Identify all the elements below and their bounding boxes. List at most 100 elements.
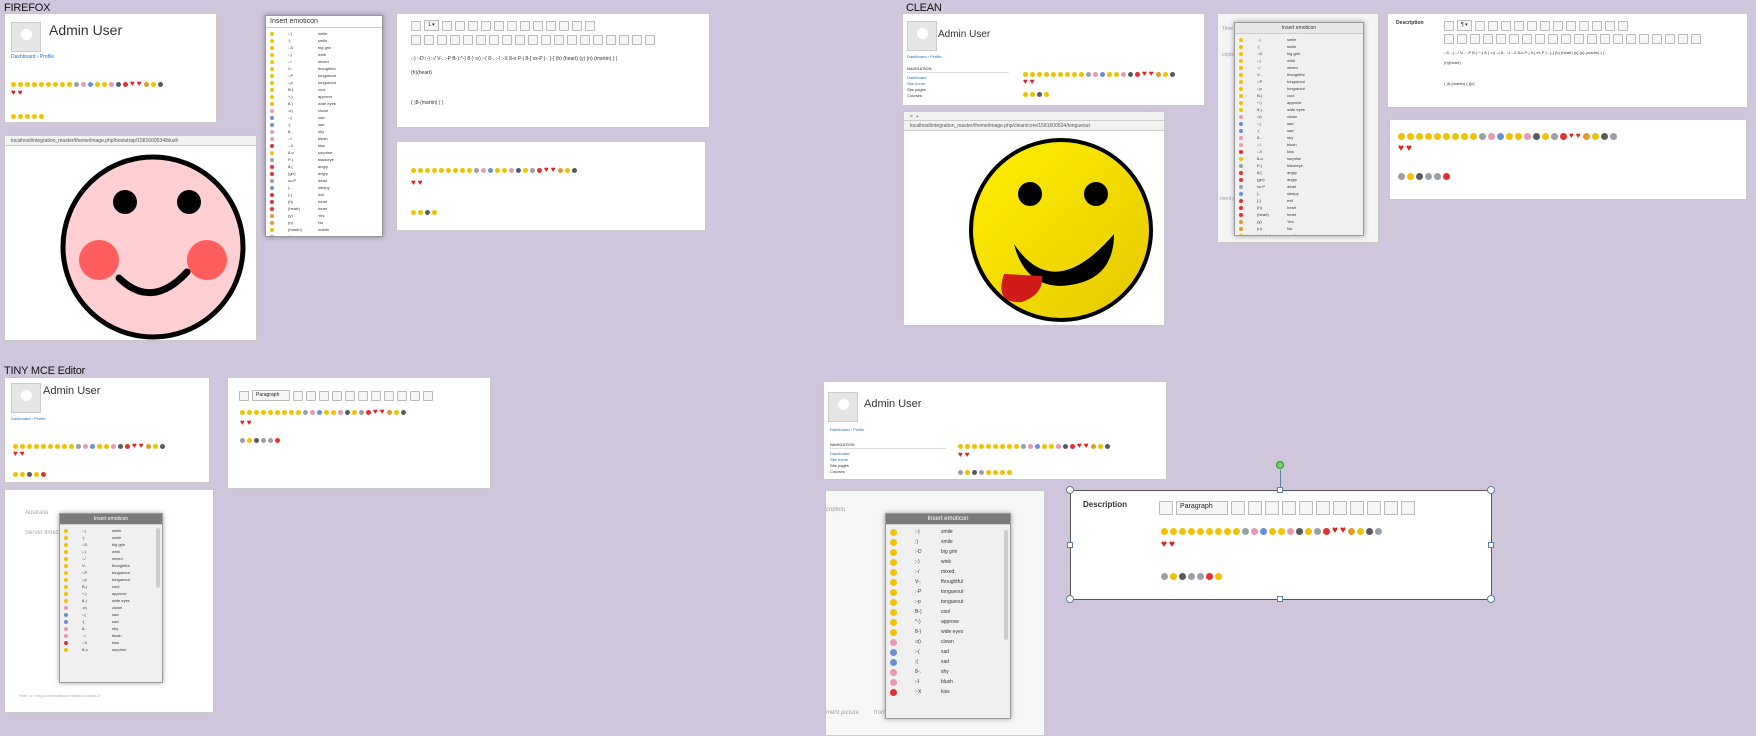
- breadcrumb[interactable]: Dashboard › Profile: [830, 427, 864, 432]
- breadcrumb[interactable]: Dashboard › Profile: [907, 54, 941, 59]
- manage-files-button[interactable]: [584, 20, 595, 31]
- emoticon-option[interactable]: :-) smile: [270, 30, 378, 37]
- emoticon-option[interactable]: V-. thoughtful: [1239, 71, 1359, 78]
- resize-handle-right[interactable]: [1488, 542, 1494, 548]
- emoticon-option[interactable]: :-p tongueout: [890, 597, 1006, 607]
- emoticon-option[interactable]: :-X kiss: [270, 142, 378, 149]
- emoticon-option[interactable]: :-/ mixed: [1239, 64, 1359, 71]
- emoticon-option[interactable]: ;-) wink: [270, 51, 378, 58]
- resize-handle-bottom-left[interactable]: [1066, 595, 1074, 603]
- source-text-line2[interactable]: (h)(heart): [411, 70, 432, 76]
- media-button[interactable]: [545, 20, 556, 31]
- emoticon-option[interactable]: :-/ mixed: [64, 555, 158, 562]
- dialog-scrollbar[interactable]: [156, 528, 160, 588]
- emoticon-option[interactable]: (grr) angry: [1239, 176, 1359, 183]
- rotate-handle[interactable]: [1276, 461, 1284, 469]
- emoticon-option[interactable]: :(sad: [1239, 127, 1359, 134]
- resize-handle-bottom-right[interactable]: [1487, 595, 1495, 603]
- emoticon-option[interactable]: :) smile: [64, 534, 158, 541]
- emoticon-option[interactable]: ;-) wink: [890, 557, 1006, 567]
- emoticon-option[interactable]: :-I blush: [270, 135, 378, 142]
- record-audio-button[interactable]: [558, 20, 569, 31]
- emoticon-option[interactable]: B-) cool: [64, 583, 158, 590]
- emoticon-option[interactable]: ;-) wink: [64, 548, 158, 555]
- emoticon-option[interactable]: :-D big grin: [1239, 50, 1359, 57]
- emoticon-option[interactable]: 8-o surprise: [64, 646, 158, 653]
- emoticon-button[interactable]: [532, 20, 543, 31]
- emoticon-option[interactable]: (grr) angry: [270, 170, 378, 177]
- resize-handle-top-right[interactable]: [1487, 486, 1495, 494]
- emoticon-option[interactable]: 8-) wide eyes: [64, 597, 158, 604]
- emoticon-option[interactable]: :o) clown: [1239, 113, 1359, 120]
- url-bar[interactable]: localhost/integration_master/theme/image…: [904, 121, 1164, 131]
- emoticon-option[interactable]: (h) heart: [1239, 204, 1359, 211]
- emoticon-option[interactable]: :) smile: [1239, 43, 1359, 50]
- emoticon-option[interactable]: :o) clown: [270, 107, 378, 114]
- emoticon-option[interactable]: :-p tongueout: [270, 79, 378, 86]
- emoticon-option[interactable]: 8-. shy: [270, 128, 378, 135]
- emoticon-option[interactable]: V-. thoughtful: [890, 577, 1006, 587]
- emoticon-option[interactable]: ^-) approve: [1239, 99, 1359, 106]
- emoticon-option[interactable]: :-/ mixed: [890, 567, 1006, 577]
- emoticon-option[interactable]: :-(sad: [1239, 120, 1359, 127]
- emoticon-option[interactable]: 8-. shy: [1239, 134, 1359, 141]
- emoticon-option[interactable]: :-X kiss: [64, 639, 158, 646]
- emoticon-option[interactable]: ;-) wink: [1239, 57, 1359, 64]
- emoticon-option[interactable]: (n) No: [1239, 225, 1359, 232]
- emoticon-option[interactable]: :-D big grin: [270, 44, 378, 51]
- emoticon-option[interactable]: (y) Yes: [1239, 218, 1359, 225]
- emoticon-option[interactable]: :-X kiss: [890, 687, 1006, 697]
- italic-button[interactable]: [454, 20, 465, 31]
- url-bar[interactable]: localhost/integration_master/theme/image…: [5, 136, 256, 146]
- toolbar-toggle-button[interactable]: [1159, 501, 1173, 515]
- emoticon-option[interactable]: :-D big grin: [890, 547, 1006, 557]
- emoticon-option[interactable]: V-. thoughtful: [270, 65, 378, 72]
- emoticon-option[interactable]: B-) cool: [1239, 92, 1359, 99]
- emoticon-option[interactable]: (heart) heart: [1239, 211, 1359, 218]
- paragraph-dropdown[interactable]: Paragraph: [1176, 501, 1228, 515]
- paragraph-dropdown[interactable]: Paragraph: [252, 390, 290, 401]
- emoticon-option[interactable]: :-(sad: [890, 647, 1006, 657]
- emoticon-option[interactable]: :-p tongueout: [1239, 85, 1359, 92]
- format-dropdown[interactable]: 1 ▾: [424, 20, 439, 31]
- emoticon-option[interactable]: xx-P dead: [1239, 183, 1359, 190]
- emoticon-option[interactable]: P-| blackeye: [1239, 162, 1359, 169]
- italic-button[interactable]: [306, 390, 316, 401]
- bullet-list-button[interactable]: [467, 20, 478, 31]
- source-text-line2[interactable]: (h)(heart): [1444, 60, 1461, 65]
- emoticon-option[interactable]: (martin) martin: [1239, 232, 1359, 235]
- emoticon-option[interactable]: 8-o surprise: [1239, 155, 1359, 162]
- source-text-line3[interactable]: ( )8-(martin) ( ): [411, 100, 444, 106]
- paragraph-style-button[interactable]: [411, 20, 421, 31]
- emoticon-option[interactable]: :-I blush: [64, 632, 158, 639]
- emoticon-option[interactable]: 8-) wide eyes: [1239, 106, 1359, 113]
- description-editor-selected[interactable]: Description Paragraph ♥ ♥ ♥ ♥: [1070, 490, 1492, 600]
- emoticon-option[interactable]: :-) smile: [890, 527, 1006, 537]
- emoticon-option[interactable]: ^-) approve: [270, 93, 378, 100]
- emoticon-option[interactable]: :) smile: [270, 37, 378, 44]
- emoticon-option[interactable]: 8-. shy: [64, 625, 158, 632]
- emoticon-option[interactable]: :(sad: [270, 121, 378, 128]
- emoticon-option[interactable]: 8-) wide eyes: [890, 627, 1006, 637]
- number-list-button[interactable]: [480, 20, 491, 31]
- source-text-line3[interactable]: ( )8-(martin) ( )[o]: [1444, 81, 1474, 86]
- emoticon-option[interactable]: (y) Yes: [270, 212, 378, 219]
- emoticon-option[interactable]: P-| blackeye: [270, 156, 378, 163]
- record-video-button[interactable]: [571, 20, 582, 31]
- resize-handle-left[interactable]: [1067, 542, 1073, 548]
- toolbar-toggle-button[interactable]: [239, 390, 249, 401]
- bold-button[interactable]: [293, 390, 303, 401]
- emoticon-option[interactable]: :-I blush: [1239, 141, 1359, 148]
- emoticon-option[interactable]: :-D big grin: [64, 541, 158, 548]
- emoticon-option[interactable]: :-(sad: [64, 611, 158, 618]
- bold-button[interactable]: [1231, 501, 1245, 515]
- emoticon-option[interactable]: :o) clown: [64, 604, 158, 611]
- emoticon-option[interactable]: :-P tongueout: [1239, 78, 1359, 85]
- emoticon-option[interactable]: ^-) approve: [64, 590, 158, 597]
- emoticon-option[interactable]: (n) No: [270, 219, 378, 226]
- emoticon-option[interactable]: |-. sleepy: [270, 184, 378, 191]
- emoticon-option[interactable]: :(sad: [64, 618, 158, 625]
- emoticon-option[interactable]: :-P tongueout: [64, 569, 158, 576]
- emoticon-option[interactable]: (h) heart: [270, 198, 378, 205]
- emoticon-option[interactable]: (martin) martin: [270, 226, 378, 233]
